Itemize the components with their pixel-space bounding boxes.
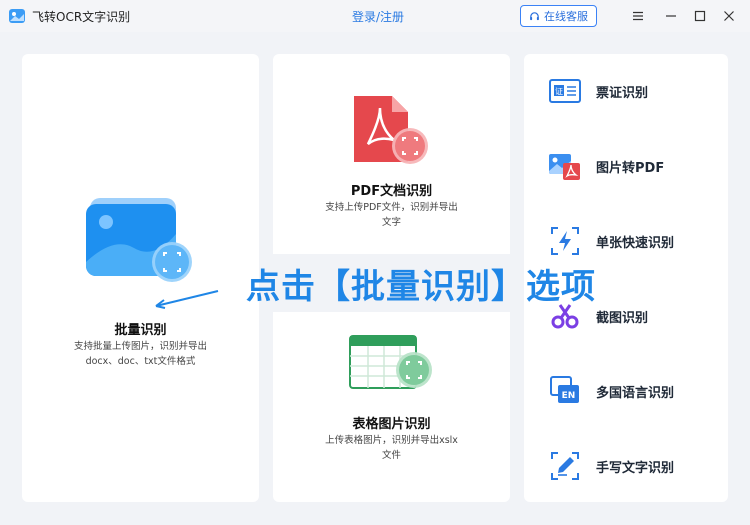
table-desc-line1: 上传表格图片，识别并导出xslx [325, 435, 458, 446]
minimize-button[interactable] [661, 6, 681, 26]
tool-label: 图片转PDF [596, 160, 665, 176]
online-service-label: 在线客服 [544, 10, 588, 23]
menu-button[interactable] [628, 6, 648, 26]
pdf-file-icon [354, 96, 428, 164]
tool-item-multilanguage-recognition[interactable]: EN 多国语言识别 [548, 371, 718, 411]
table-recognition-desc: 上传表格图片，识别并导出xslx 文件 [273, 433, 510, 463]
tool-label: 手写文字识别 [596, 460, 675, 476]
hamburger-icon [633, 11, 643, 21]
language-icon: EN [550, 376, 579, 403]
batch-desc-line1: 支持批量上传图片，识别并导出 [73, 341, 207, 352]
app-title: 飞转OCR文字识别 [32, 10, 131, 24]
table-image-icon [349, 335, 432, 389]
svg-text:证: 证 [555, 87, 563, 96]
pdf-desc-line2: 文字 [381, 217, 401, 228]
pdf-recognition-desc: 支持上传PDF文件，识别并导出 文字 [273, 200, 510, 230]
batch-image-icon [86, 198, 192, 282]
tool-item-image-to-pdf[interactable]: 图片转PDF [548, 146, 718, 186]
tool-item-ticket-recognition[interactable]: 证 票证识别 [548, 71, 718, 111]
login-register-link[interactable]: 登录/注册 [352, 8, 404, 25]
id-card-icon: 证 [549, 79, 581, 103]
online-service-button[interactable]: 在线客服 [520, 5, 597, 27]
batch-desc-line2: docx、doc、txt文件格式 [85, 356, 196, 367]
table-desc-line2: 文件 [381, 450, 401, 461]
tool-label: 票证识别 [596, 85, 649, 101]
tool-item-handwriting-recognition[interactable]: 手写文字识别 [548, 446, 718, 486]
close-button[interactable] [719, 6, 739, 26]
maximize-icon [694, 10, 706, 22]
pointer-arrow-icon [155, 290, 219, 309]
tool-label: 多国语言识别 [596, 385, 675, 401]
lightning-icon [551, 227, 579, 255]
image-to-pdf-icon [549, 154, 580, 180]
pdf-recognition-title: PDF文档识别 [350, 184, 433, 199]
app-logo-icon [9, 9, 25, 23]
batch-recognition-title: 批量识别 [114, 323, 167, 338]
pen-icon [551, 452, 579, 480]
maximize-button[interactable] [690, 6, 710, 26]
pdf-desc-line1: 支持上传PDF文件，识别并导出 [325, 202, 458, 213]
batch-recognition-desc: 支持批量上传图片，识别并导出 docx、doc、txt文件格式 [22, 339, 259, 369]
minimize-icon [666, 15, 676, 17]
headset-icon [530, 11, 539, 20]
close-icon [724, 11, 734, 21]
table-recognition-title: 表格图片识别 [352, 417, 431, 432]
instruction-overlay: 点击【批量识别】选项 [246, 266, 596, 307]
svg-text:EN: EN [562, 391, 576, 401]
tool-label: 单张快速识别 [596, 235, 675, 251]
title-bar: 飞转OCR文字识别 登录/注册 在线客服 [0, 0, 750, 32]
